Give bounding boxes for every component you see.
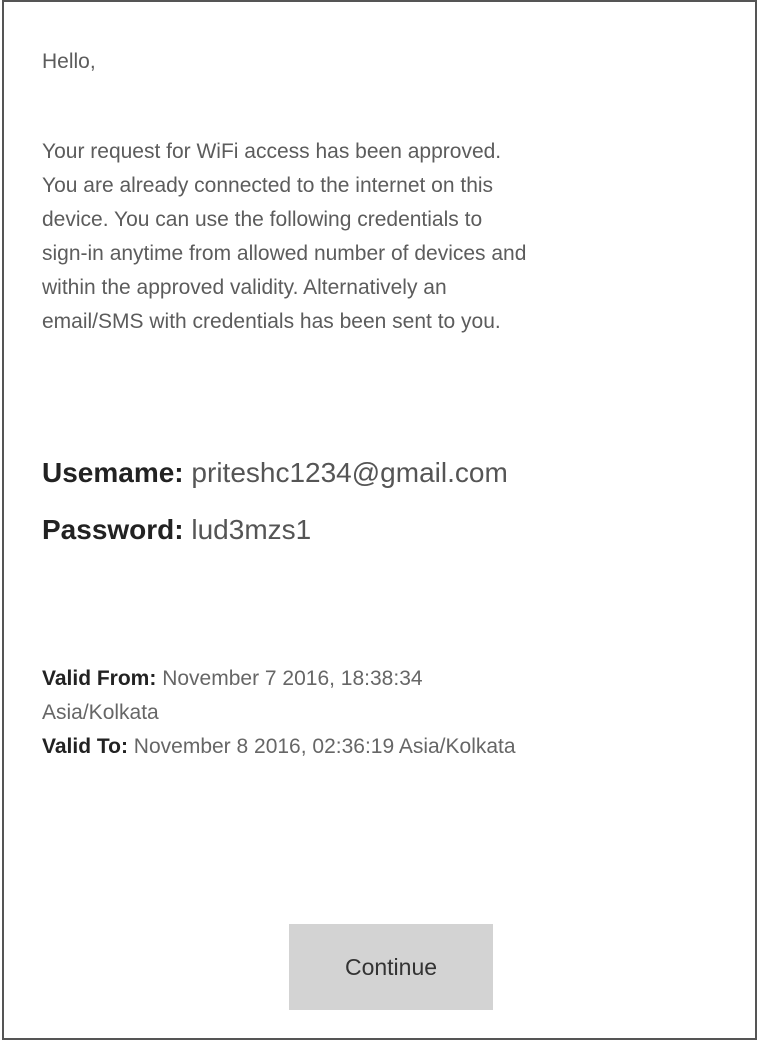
approval-card: Hello, Your request for WiFi access has … [2,0,757,1040]
valid-from-label: Valid From: [42,667,157,690]
valid-from-value: November 7 2016, 18:38:34 [162,667,423,690]
valid-from-row: Valid From: November 7 2016, 18:38:34 [42,662,516,696]
valid-to-label: Valid To: [42,735,128,758]
greeting-text: Hello, [42,50,96,73]
username-row: Usemame: priteshc1234@gmail.com [42,457,508,489]
message-line: sign-in anytime from allowed number of d… [42,242,527,265]
continue-button[interactable]: Continue [289,924,493,1010]
password-row: Password: lud3mzs1 [42,514,311,546]
valid-to-row: Valid To: November 8 2016, 02:36:19 Asia… [42,730,516,764]
username-value: priteshc1234@gmail.com [191,457,508,488]
password-label: Password: [42,514,184,545]
message-line: Your request for WiFi access has been ap… [42,140,502,163]
message-line: You are already connected to the interne… [42,174,494,197]
password-value: lud3mzs1 [191,514,312,545]
valid-from-timezone: Asia/Kolkata [42,701,159,724]
approval-message: Your request for WiFi access has been ap… [42,135,742,339]
valid-to-value: November 8 2016, 02:36:19 Asia/Kolkata [133,735,516,758]
message-line: within the approved validity. Alternativ… [42,276,447,299]
message-line: email/SMS with credentials has been sent… [42,310,501,333]
validity-block: Valid From: November 7 2016, 18:38:34 As… [42,662,516,764]
message-line: device. You can use the following creden… [42,208,483,231]
username-label: Usemame: [42,457,184,488]
